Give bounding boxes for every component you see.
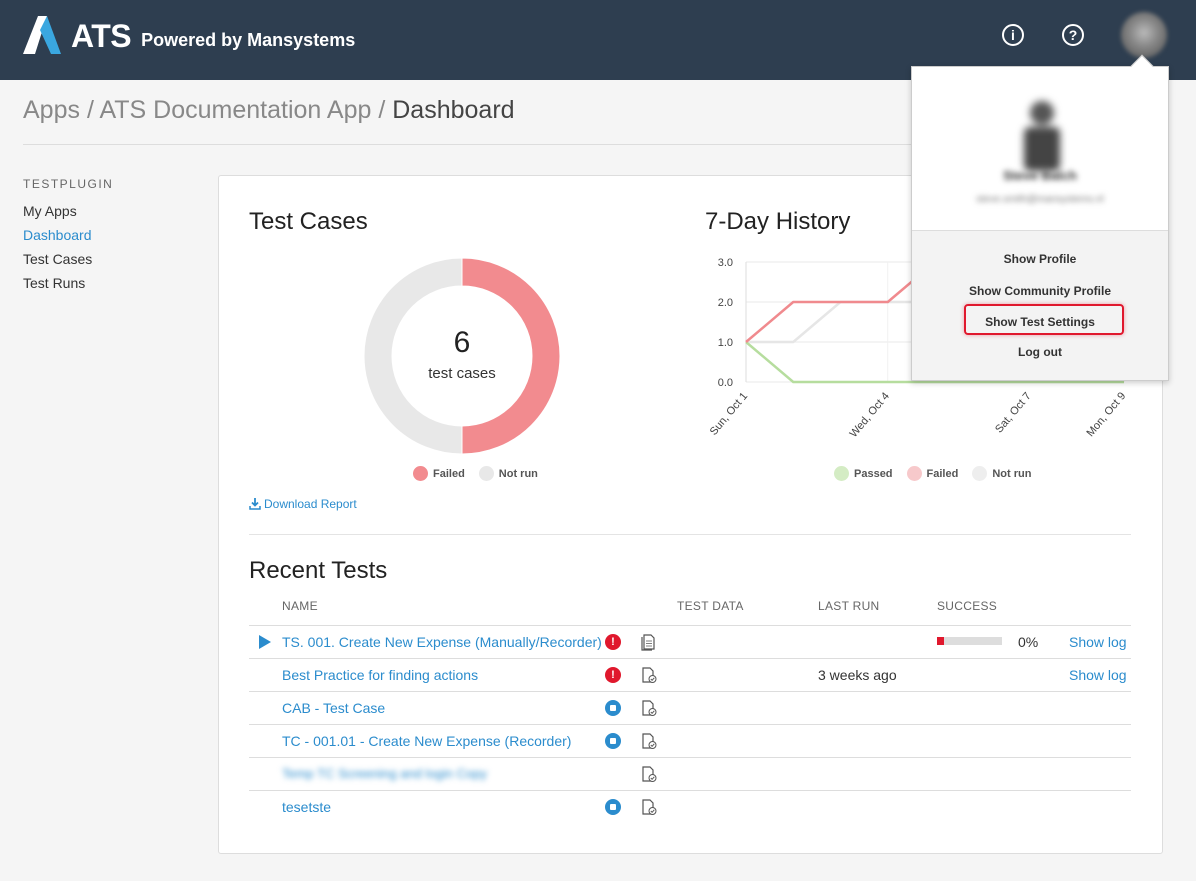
legend-item: Not run — [478, 466, 538, 481]
legend-label: Not run — [498, 467, 538, 480]
legend-label: Passed — [854, 467, 893, 480]
success-percent: 0% — [1018, 634, 1039, 650]
donut-count-label: test cases — [428, 365, 496, 382]
test-name-link[interactable]: CAB - Test Case — [282, 700, 385, 716]
breadcrumb-separator: / — [86, 96, 94, 124]
legend-label: Not run — [992, 467, 1032, 480]
test-data-check-icon[interactable] — [640, 666, 658, 684]
legend-item: Not run — [972, 466, 1031, 481]
sidebar-item-test-cases[interactable]: Test Cases — [23, 251, 92, 267]
user-photo — [1024, 101, 1060, 171]
logo-text: ATS — [71, 18, 132, 54]
sidebar-heading: TESTPLUGIN — [23, 177, 114, 191]
run-test-icon[interactable] — [259, 635, 271, 649]
logo-subtitle: Powered by Mansystems — [141, 30, 356, 50]
ats-logo-icon — [23, 16, 61, 54]
legend-label: Failed — [926, 467, 959, 480]
test-cases-donut-chart: 6 test cases — [363, 257, 561, 455]
legend-swatch — [478, 466, 494, 481]
user-email: steve.smith@mansystems.nl — [976, 194, 1104, 205]
row-divider — [249, 724, 1131, 725]
row-divider — [249, 691, 1131, 692]
donut-slice-failed — [461, 257, 561, 455]
column-header-name[interactable]: NAME — [282, 599, 318, 613]
test-data-check-icon[interactable] — [640, 765, 658, 783]
legend-swatch — [972, 466, 988, 481]
breadcrumb-app[interactable]: ATS Documentation App — [99, 96, 371, 124]
donut-count: 6 — [454, 326, 471, 359]
menu-item-log-out[interactable]: Log out — [912, 345, 1168, 359]
test-data-check-icon[interactable] — [640, 732, 658, 750]
highlight-box — [964, 304, 1124, 335]
info-icon[interactable]: i — [1002, 24, 1024, 46]
breadcrumb-separator: / — [378, 96, 386, 124]
error-status-icon: ! — [605, 634, 621, 650]
x-tick-label: Sun, Oct 1 — [708, 390, 751, 438]
test-name-link[interactable]: tesetste — [282, 799, 331, 815]
download-report-label: Download Report — [264, 497, 357, 511]
legend-item: Failed — [413, 466, 465, 481]
sidebar-item-my-apps[interactable]: My Apps — [23, 203, 77, 219]
stopped-status-icon — [605, 799, 621, 815]
y-tick-label: 0.0 — [718, 377, 733, 389]
sidebar-item-test-runs[interactable]: Test Runs — [23, 275, 85, 291]
y-tick-label: 3.0 — [718, 257, 733, 269]
ats-logo[interactable]: ATS Powered by Mansystems — [23, 16, 355, 54]
column-header-success[interactable]: SUCCESS — [937, 599, 997, 613]
y-tick-label: 1.0 — [718, 337, 733, 349]
column-header-last-run[interactable]: LAST RUN — [818, 599, 880, 613]
show-log-link[interactable]: Show log — [1069, 667, 1127, 683]
download-report-link[interactable]: Download Report — [249, 497, 357, 511]
x-tick-label: Sat, Oct 7 — [993, 390, 1034, 435]
recent-tests-title: Recent Tests — [249, 557, 388, 584]
user-name: Steve Balch — [1003, 168, 1077, 183]
breadcrumb: Apps / ATS Documentation App / Dashboard — [23, 96, 515, 125]
row-divider — [249, 790, 1131, 791]
user-avatar[interactable] — [1121, 12, 1167, 58]
error-status-icon: ! — [605, 667, 621, 683]
legend-swatch — [906, 466, 922, 481]
legend-swatch — [413, 466, 428, 481]
test-data-icon[interactable] — [640, 633, 658, 651]
legend-label: Failed — [433, 467, 465, 480]
test-name-link[interactable]: TC - 001.01 - Create New Expense (Record… — [282, 733, 571, 749]
section-divider — [249, 534, 1131, 535]
test-cases-legend: Failed Not run — [413, 466, 552, 481]
breadcrumb-current: Dashboard — [392, 96, 515, 124]
donut-slice-not-run — [363, 257, 463, 455]
test-name-link[interactable]: Best Practice for finding actions — [282, 667, 478, 683]
legend-item: Failed — [906, 466, 959, 481]
history-title: 7-Day History — [705, 208, 851, 235]
help-icon[interactable]: ? — [1062, 24, 1084, 46]
download-icon — [249, 498, 261, 510]
row-divider — [249, 757, 1131, 758]
sidebar-item-dashboard[interactable]: Dashboard — [23, 227, 92, 243]
test-name-link[interactable]: Temp TC Screening and login Copy — [282, 766, 487, 781]
stopped-status-icon — [605, 700, 621, 716]
column-header-test-data[interactable]: TEST DATA — [677, 599, 744, 613]
x-tick-label: Mon, Oct 9 — [1085, 390, 1129, 439]
last-run-text: 3 weeks ago — [818, 667, 897, 683]
user-menu-dropdown: Steve Balch steve.smith@mansystems.nl Sh… — [911, 54, 1169, 381]
test-data-check-icon[interactable] — [640, 699, 658, 717]
menu-item-show-community-profile[interactable]: Show Community Profile — [912, 284, 1168, 298]
history-legend: Passed Failed Not run — [834, 466, 1045, 481]
row-divider — [249, 658, 1131, 659]
stopped-status-icon — [605, 733, 621, 749]
legend-swatch — [834, 466, 849, 481]
breadcrumb-apps[interactable]: Apps — [23, 96, 80, 124]
success-progress-bar — [937, 637, 1002, 645]
y-tick-label: 2.0 — [718, 297, 733, 309]
menu-item-show-profile[interactable]: Show Profile — [912, 252, 1168, 266]
legend-item: Passed — [834, 466, 893, 481]
test-cases-title: Test Cases — [249, 208, 368, 235]
success-progress-fill — [937, 637, 944, 645]
row-divider — [249, 625, 1131, 626]
test-data-check-icon[interactable] — [640, 798, 658, 816]
show-log-link[interactable]: Show log — [1069, 634, 1127, 650]
x-tick-label: Wed, Oct 4 — [848, 390, 892, 440]
test-name-link[interactable]: TS. 001. Create New Expense (Manually/Re… — [282, 634, 602, 650]
